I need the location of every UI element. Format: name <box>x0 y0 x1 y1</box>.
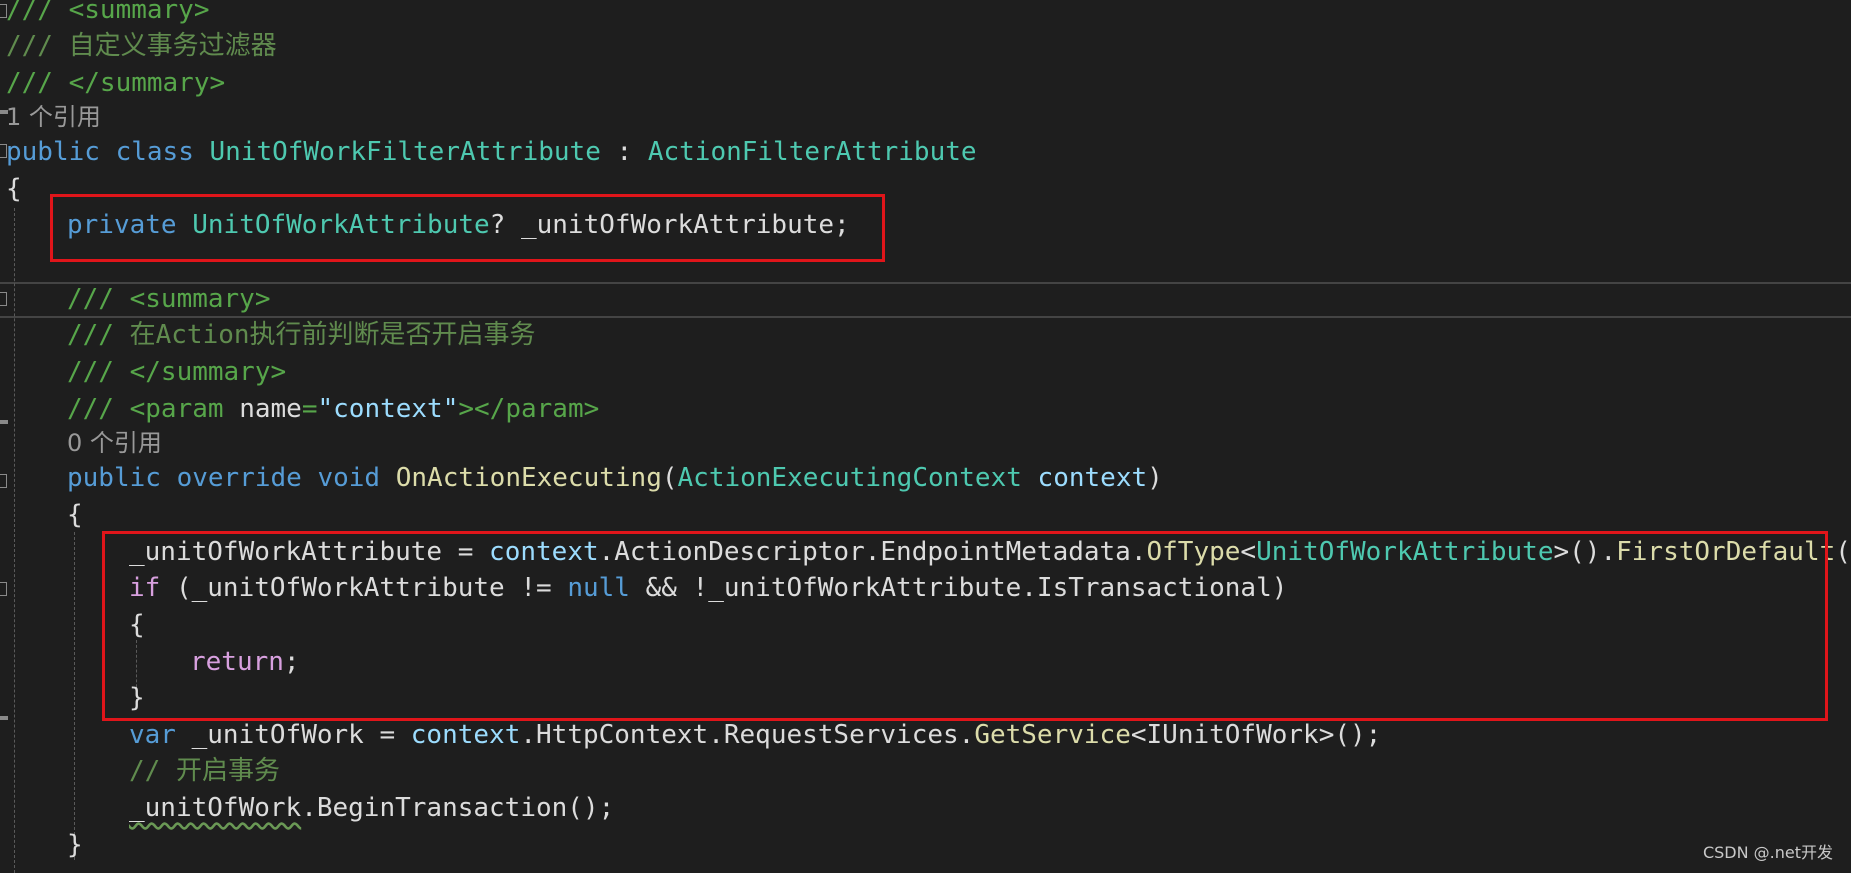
doc-comment: /// 在Action执行前判断是否开启事务 <box>67 317 536 354</box>
type-name: UnitOfWorkFilterAttribute <box>209 137 601 167</box>
method-name: GetService <box>974 720 1131 750</box>
keyword: public <box>6 137 100 167</box>
parameter-name: context <box>1037 463 1148 493</box>
xml-tag: <param <box>129 394 240 424</box>
keyword: public <box>67 463 161 493</box>
doc-comment: /// <summary> <box>67 284 271 314</box>
variable: _unitOfWork <box>191 720 364 750</box>
punctuation: (); <box>1835 537 1851 567</box>
brace: } <box>67 830 83 860</box>
type-name: ActionExecutingContext <box>677 463 1022 493</box>
class-declaration: public class UnitOfWorkFilterAttribute :… <box>6 134 977 171</box>
method-call: .BeginTransaction(); <box>301 793 615 823</box>
member-separator <box>0 282 1851 284</box>
variable-warning-squiggle[interactable]: _unitOfWork <box>129 793 301 823</box>
watermark: CSDN @.net开发 <box>1702 843 1833 862</box>
line-comment: // 开启事务 <box>129 756 280 786</box>
punctuation: >(); <box>1318 720 1382 750</box>
punctuation: ( <box>661 463 678 493</box>
doc-comment-param: /// <param name="context"></param> <box>67 391 599 428</box>
highlight-box-field <box>50 194 885 262</box>
xml-eq: = <box>301 394 318 424</box>
operator: = <box>363 720 411 750</box>
doc-comment: /// 自定义事务过滤器 <box>6 31 277 61</box>
comment-text: 在Action执行前判断是否开启事务 <box>129 320 536 350</box>
keyword: void <box>317 463 381 493</box>
code-editor[interactable]: /// <summary> /// 自定义事务过滤器 /// </summary… <box>0 0 1851 873</box>
xml-attr: name <box>239 394 302 424</box>
fold-bar <box>0 716 8 720</box>
method-declaration: public override void OnActionExecuting(A… <box>67 460 1163 497</box>
keyword: class <box>115 137 194 167</box>
fold-collapse-icon[interactable] <box>0 474 7 488</box>
method-name: OnActionExecuting <box>395 463 662 493</box>
punctuation: < <box>1130 720 1147 750</box>
fold-collapse-icon[interactable] <box>0 582 7 596</box>
code-statement: _unitOfWork.BeginTransaction(); <box>129 790 614 827</box>
comment-prefix: /// <box>67 320 130 350</box>
punctuation: ) <box>1147 463 1163 493</box>
code-statement: var _unitOfWork = context.HttpContext.Re… <box>129 717 1381 754</box>
reference-count-codelens[interactable]: 1 个引用 <box>6 99 101 136</box>
doc-comment: /// <summary> <box>6 0 210 25</box>
type-name: IUnitOfWork <box>1146 720 1319 750</box>
fold-bar <box>0 420 8 424</box>
highlight-box-if-block <box>102 531 1828 721</box>
type-name: ActionFilterAttribute <box>647 137 977 167</box>
indent-guide <box>14 208 15 873</box>
xml-value: "context" <box>317 394 459 424</box>
doc-comment: /// </summary> <box>67 357 287 387</box>
fold-collapse-icon[interactable] <box>0 292 7 306</box>
comment-prefix: /// <box>67 394 130 424</box>
keyword: var <box>129 720 176 750</box>
xml-tag: ></param> <box>458 394 600 424</box>
indent-guide <box>74 532 75 860</box>
reference-count-codelens[interactable]: 0 个引用 <box>67 425 162 462</box>
member-access: .HttpContext.RequestServices. <box>520 720 975 750</box>
parameter-name: context <box>410 720 521 750</box>
brace: { <box>67 500 83 530</box>
keyword: override <box>176 463 302 493</box>
brace: { <box>6 174 22 204</box>
doc-comment: /// </summary> <box>6 68 226 98</box>
punctuation: : <box>600 137 648 167</box>
